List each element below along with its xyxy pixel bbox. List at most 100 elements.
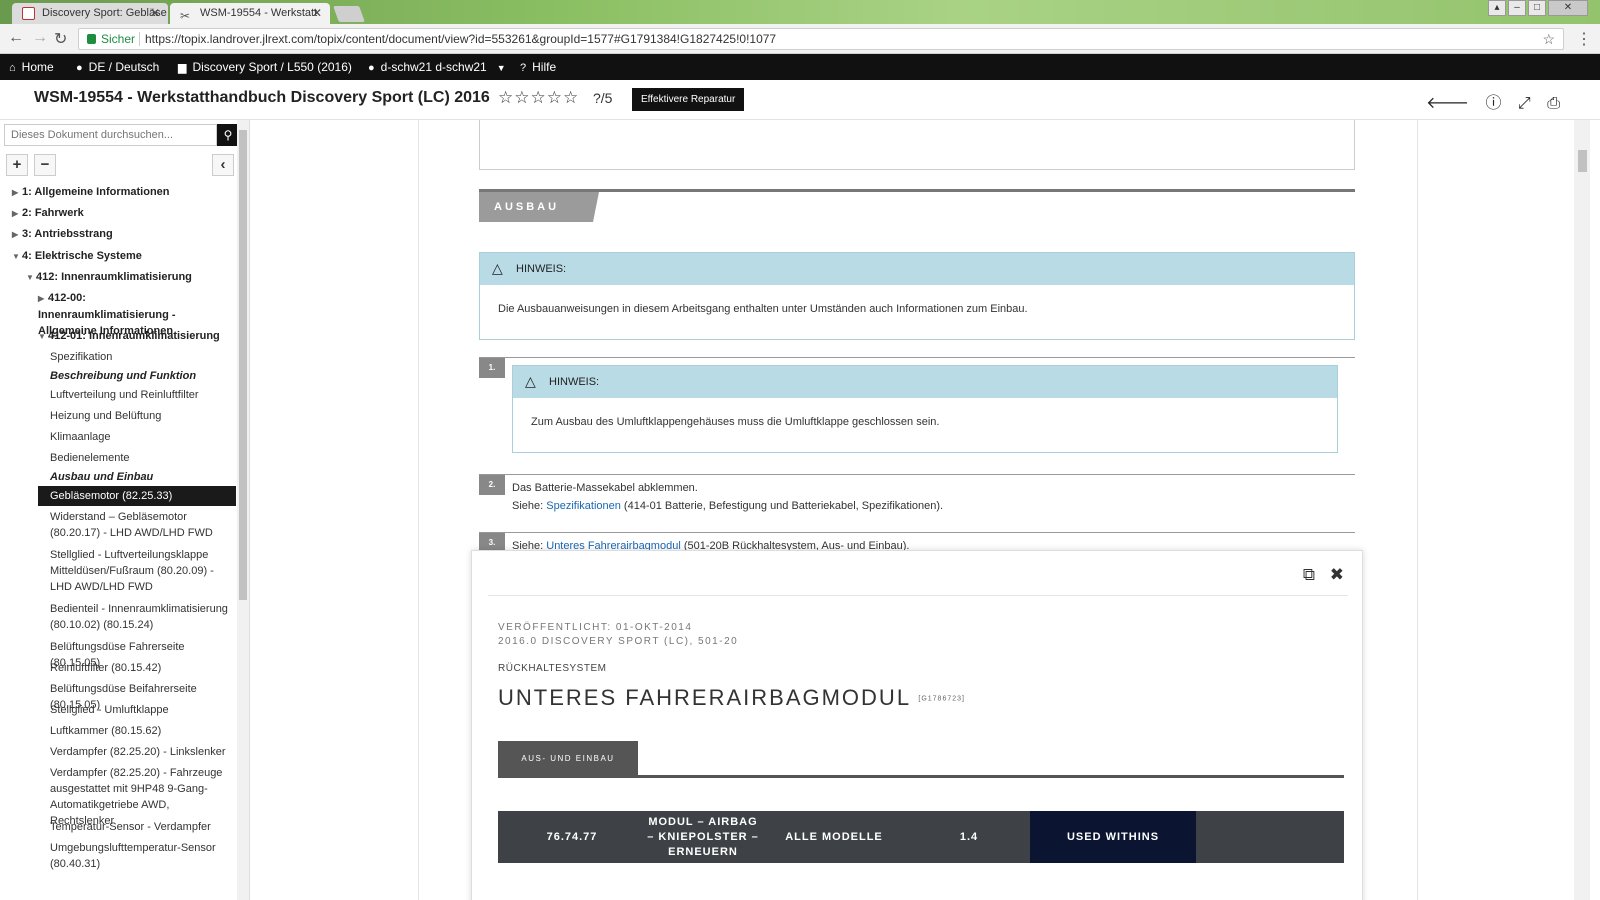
forward-arrow-icon[interactable]: →: [32, 29, 48, 47]
tree-item[interactable]: Temperatur-Sensor - Verdampfer: [50, 819, 211, 835]
note-text: Die Ausbauanweisungen in diesem Arbeitsg…: [498, 303, 1028, 315]
document-favicon-icon: [22, 7, 35, 20]
sidebar-scrollbar[interactable]: [237, 120, 249, 900]
tab-underline: [498, 775, 1344, 778]
page-title: WSM-19554 - Werkstatthandbuch Discovery …: [34, 89, 490, 106]
tree-label: 4: Elektrische Systeme: [22, 250, 142, 262]
specifications-link[interactable]: Spezifikationen: [546, 500, 621, 512]
tree-item-selected[interactable]: Gebläsemotor (82.25.33): [38, 486, 236, 506]
tree-item[interactable]: Bedienelemente: [50, 450, 130, 466]
fullscreen-icon[interactable]: ⤢: [1518, 95, 1531, 112]
note-header: △ HINWEIS:: [480, 253, 1354, 285]
nav-user[interactable]: ● d-schw21 d-schw21 ▼: [368, 54, 506, 81]
close-icon[interactable]: ✖: [1330, 565, 1344, 584]
section-divider: [479, 189, 1355, 192]
tree-item[interactable]: ▶ 3: Antriebsstrang: [12, 226, 113, 243]
tab-label: Discovery Sport: Gebläse: [42, 7, 167, 19]
reload-icon[interactable]: ↻: [54, 29, 67, 49]
tree-item[interactable]: ▼ 412-01: Innenraumklimatisierung: [38, 328, 220, 345]
nav-help[interactable]: ? Hilfe: [520, 54, 556, 81]
minimize-icon[interactable]: –: [1508, 0, 1526, 16]
tab-aus-und-einbau[interactable]: AUS- UND EINBAU: [498, 741, 638, 777]
tree-item[interactable]: Spezifikation: [50, 349, 112, 365]
chevron-down-icon: ▼: [496, 63, 506, 73]
collapse-all-button[interactable]: −: [34, 154, 56, 176]
divider: [139, 32, 140, 46]
close-window-icon[interactable]: ✕: [1548, 0, 1588, 16]
used-withins-button[interactable]: USED WITHINS: [1030, 811, 1196, 863]
nav-home[interactable]: ⌂ Home: [9, 54, 54, 81]
note-header: △ HINWEIS:: [513, 366, 1337, 398]
nav-language[interactable]: ● DE / Deutsch: [76, 54, 159, 81]
browser-tab-2[interactable]: ✂ WSM-19554 - Werkstatt ✕: [170, 3, 330, 24]
tree-label: 1: Allgemeine Informationen: [22, 186, 170, 198]
nav-user-label: d-schw21 d-schw21: [380, 60, 487, 74]
previous-content-box: [479, 120, 1355, 170]
see-label: Siehe:: [512, 500, 547, 512]
tree-item[interactable]: Stellglied - Umluftklappe: [50, 702, 169, 718]
tree-item[interactable]: Stellglied - Luftverteilungsklappe Mitte…: [50, 547, 230, 595]
time-cell: 1.4: [959, 830, 979, 843]
user-icon[interactable]: ▴: [1488, 0, 1506, 16]
step-number: 1.: [479, 358, 505, 378]
document-content: AUSBAU △ HINWEIS: Die Ausbauanweisungen i…: [250, 120, 1590, 900]
tree-item[interactable]: Heizung und Belüftung: [50, 408, 161, 424]
popup-title-text: UNTERES FAHRERAIRBAGMODUL: [498, 685, 911, 710]
content-scrollbar[interactable]: [1574, 120, 1590, 900]
rating-stars[interactable]: ☆☆☆☆☆: [498, 88, 579, 108]
back-arrow-icon[interactable]: 🡐: [1426, 95, 1469, 112]
tree-item[interactable]: Ausbau und Einbau: [50, 469, 153, 485]
step-instruction: Das Batterie-Massekabel abklemmen.: [512, 482, 698, 494]
close-tab-icon[interactable]: ✕: [312, 3, 322, 24]
expand-all-button[interactable]: +: [6, 154, 28, 176]
note-title: HINWEIS:: [516, 263, 567, 275]
model-info: 2016.0 DISCOVERY SPORT (LC), 501-20: [498, 636, 739, 647]
search-icon[interactable]: ⚲: [217, 124, 239, 146]
scrollbar-thumb[interactable]: [1578, 150, 1587, 172]
open-external-icon[interactable]: ⧉: [1303, 565, 1315, 584]
scrollbar-thumb[interactable]: [239, 130, 247, 600]
tree-item[interactable]: Reinluftfilter (80.15.42): [50, 660, 161, 676]
nav-vehicle-label: Discovery Sport / L550 (2016): [192, 60, 352, 74]
info-icon[interactable]: ⓘ: [1485, 95, 1501, 112]
new-tab-button[interactable]: [333, 6, 365, 22]
tree-item[interactable]: Bedienteil - Innenraumklimatisierung (80…: [50, 601, 230, 633]
rating-value: ?/5: [593, 90, 613, 106]
empty-cell: [1196, 811, 1344, 863]
note-title: HINWEIS:: [549, 376, 600, 388]
tree-item[interactable]: Beschreibung und Funktion: [50, 368, 196, 384]
tree-item[interactable]: Klimaanlage: [50, 429, 111, 445]
tree-item[interactable]: ▶ 1: Allgemeine Informationen: [12, 184, 170, 201]
back-arrow-icon[interactable]: ←: [8, 29, 24, 47]
caret-right-icon: ▶: [12, 209, 19, 218]
print-icon[interactable]: ⎙: [1547, 95, 1560, 112]
home-icon: ⌂: [9, 62, 16, 74]
tree-item[interactable]: Verdampfer (82.25.20) - Linkslenker: [50, 744, 225, 760]
published-date: VERÖFFENTLICHT: 01-OKT-2014: [498, 622, 693, 633]
section-heading: AUSBAU: [479, 192, 599, 222]
browser-tab-1[interactable]: Discovery Sport: Gebläse ✕: [12, 3, 168, 24]
publication-info: VERÖFFENTLICHT: 01-OKT-2014 2016.0 DISCO…: [498, 621, 738, 649]
step-text: Das Batterie-Massekabel abklemmen. Siehe…: [512, 479, 943, 515]
url-input[interactable]: Sicher https://topix.landrover.jlrext.co…: [78, 28, 1564, 50]
divider: [488, 595, 1348, 596]
tree-item[interactable]: Umgebungslufttemperatur-Sensor (80.40.31…: [50, 840, 230, 872]
collapse-sidebar-button[interactable]: ‹: [212, 154, 234, 176]
caret-down-icon: ▼: [26, 273, 34, 282]
tree-item[interactable]: Widerstand – Gebläsemotor (80.20.17) - L…: [50, 509, 236, 541]
tree-label: 3: Antriebsstrang: [22, 228, 113, 240]
operation-description: MODUL – AIRBAG – KNIEPOLSTER – ERNEUERN: [647, 815, 759, 858]
bookmark-star-icon[interactable]: ☆: [1542, 29, 1555, 49]
effective-repair-button[interactable]: Effektivere Reparatur: [632, 88, 745, 111]
nav-vehicle[interactable]: ▆ Discovery Sport / L550 (2016): [178, 54, 352, 81]
tree-item[interactable]: ▶ 2: Fahrwerk: [12, 205, 84, 222]
close-tab-icon[interactable]: ✕: [150, 3, 160, 24]
tree-item[interactable]: ▼ 4: Elektrische Systeme: [12, 248, 142, 265]
tree-item[interactable]: Luftverteilung und Reinluftfilter: [50, 387, 199, 403]
url-text: https://topix.landrover.jlrext.com/topix…: [145, 32, 777, 46]
tree-item[interactable]: ▼ 412: Innenraumklimatisierung: [26, 269, 192, 286]
browser-menu-icon[interactable]: ⋮: [1576, 29, 1592, 49]
search-input[interactable]: [4, 124, 217, 146]
maximize-icon[interactable]: □: [1528, 0, 1546, 16]
tree-item[interactable]: Luftkammer (80.15.62): [50, 723, 161, 739]
